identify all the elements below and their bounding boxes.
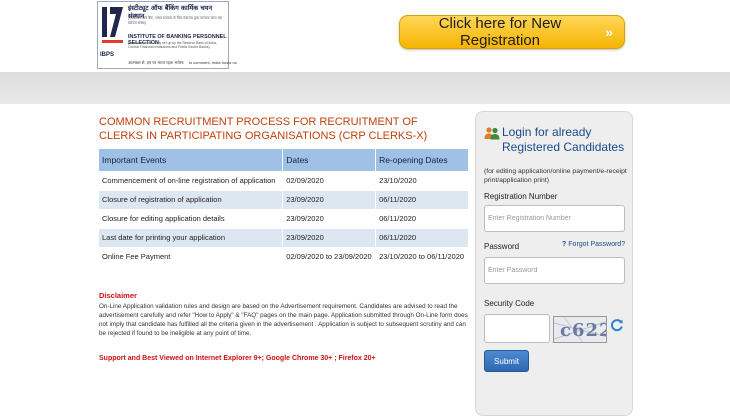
table-cell-event: Closure of registration of application — [99, 190, 284, 210]
table-row: Commencement of on-line registration of … — [99, 171, 469, 191]
disclaimer-heading: Disclaimer — [99, 291, 137, 300]
question-icon: ? — [562, 241, 567, 248]
new-registration-label: Click here for New Registration — [438, 15, 562, 49]
table-row: Closure of registration of application 2… — [99, 190, 469, 210]
table-cell-reopen-date: 06/11/2020 — [375, 209, 469, 229]
table-cell-event: Closure for editing application details — [99, 209, 284, 229]
refresh-icon[interactable] — [610, 318, 624, 332]
password-label: Password — [484, 242, 520, 251]
ibps-logo[interactable]: इंस्टीट्यूट ऑफ बैंकिंग कार्मिक चयन संस्थ… — [97, 1, 237, 69]
table-header-dates: Dates — [282, 149, 377, 171]
nav-band — [0, 72, 730, 104]
table-cell-date: 23/09/2020 — [282, 209, 377, 229]
security-code-input[interactable] — [484, 314, 550, 343]
table-cell-date: 02/09/2020 to 23/09/2020 — [282, 247, 377, 267]
logo-hindi-subtitle: (भारतीय रिज़र्व बैंक, भारत सरकार के वित्… — [128, 16, 223, 25]
forgot-password-label: Forgot Password? — [568, 241, 626, 248]
logo-tagline-english: In comment, India trusts us — [188, 60, 237, 65]
logo-tagline: आत्मबल से, हम पर भारत रहता भरोसा In comm… — [128, 60, 237, 65]
page-header: इंस्टीट्यूट ऑफ बैंकिंग कार्मिक चयन संस्थ… — [0, 0, 730, 72]
table-cell-reopen-date: 23/10/2020 — [375, 171, 469, 191]
page-title: COMMON RECRUITMENT PROCESS FOR RECRUITME… — [99, 116, 428, 142]
login-panel: Login for already Registered Candidates … — [475, 111, 633, 416]
logo-english-subtitle: (An autonomous body set up by the Reserv… — [128, 41, 217, 50]
forgot-password-link[interactable]: ? Forgot Password? — [562, 241, 625, 248]
table-header-events: Important Events — [99, 149, 284, 171]
table-cell-date: 23/09/2020 — [282, 190, 377, 210]
table-row: Online Fee Payment 02/09/2020 to 23/09/2… — [99, 247, 469, 267]
table-cell-reopen-date: 06/11/2020 — [375, 228, 469, 248]
double-chevron-right-icon: » — [605, 24, 613, 40]
captcha-image: c622z — [553, 316, 607, 343]
logo-abbr: IBPS — [100, 52, 115, 58]
important-events-table: Important Events Dates Re-opening Dates … — [99, 149, 469, 267]
table-cell-reopen-date: 23/10/2020 to 06/11/2020 — [375, 247, 469, 267]
table-row: Closure for editing application details … — [99, 209, 469, 229]
ibps-logo-icon — [102, 7, 123, 43]
login-heading: Login for already Registered Candidates — [502, 125, 625, 154]
security-code-label: Security Code — [484, 299, 535, 308]
table-header-reopening: Re-opening Dates — [375, 149, 469, 171]
login-note: (for editing application/online payment/… — [484, 168, 627, 184]
browser-support-note: Support and Best Viewed on Internet Expl… — [99, 355, 376, 362]
table-cell-event: Commencement of on-line registration of … — [99, 171, 284, 191]
disclaimer-text: On-Line Application validation rules and… — [99, 303, 468, 337]
table-header-row: Important Events Dates Re-opening Dates — [99, 149, 469, 171]
logo-tagline-hindi: आत्मबल से, हम पर भारत रहता भरोसा — [128, 60, 184, 65]
users-icon — [484, 127, 500, 140]
new-registration-button[interactable]: Click here for New Registration » — [399, 15, 625, 49]
table-cell-date: 23/09/2020 — [282, 228, 377, 248]
table-row: Last date for printing your application … — [99, 228, 469, 248]
table-cell-event: Online Fee Payment — [99, 247, 284, 267]
captcha-text: c622z — [560, 320, 606, 341]
registration-number-label: Registration Number — [484, 192, 558, 201]
registration-number-input[interactable] — [484, 205, 625, 232]
submit-button[interactable]: Submit — [484, 350, 529, 372]
table-cell-event: Last date for printing your application — [99, 228, 284, 248]
password-input[interactable] — [484, 257, 625, 284]
table-cell-reopen-date: 06/11/2020 — [375, 190, 469, 210]
table-cell-date: 02/09/2020 — [282, 171, 377, 191]
